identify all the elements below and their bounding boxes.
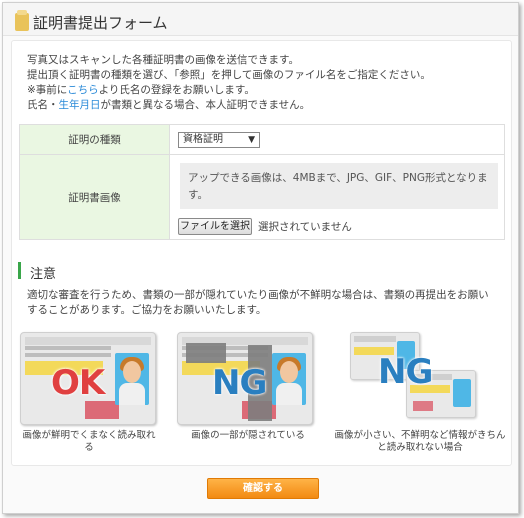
intro-line-1: 写真又はスキャンした各種証明書の画像を送信できます。 (27, 54, 299, 66)
caution-title: 注意 (30, 267, 57, 282)
chevron-down-icon: ▼ (248, 135, 255, 145)
page-title: 証明書提出フォーム (33, 14, 168, 32)
intro-line-3-suffix: より氏名の登録をお願いします。 (98, 84, 255, 96)
form-row-image: 証明書画像 アップできる画像は、4MBまで、JPG、GIF、PNG形式となります… (19, 154, 505, 240)
ok-stamp: OK (51, 363, 105, 403)
example-caption-small: 画像が小さい、不鮮明など情報がきちんと読み取れない場合 (334, 430, 506, 453)
choose-file-button[interactable]: ファイルを選択 (178, 218, 252, 235)
example-image-hidden: NG (177, 332, 313, 425)
caution-accent-bar (18, 262, 21, 279)
register-link[interactable]: こちら (67, 84, 99, 96)
intro-line-4-suffix: が書類と異なる場合、本人証明できません。 (100, 99, 311, 111)
intro-line-4-prefix: 氏名・ (27, 99, 59, 111)
intro-text: 写真又はスキャンした各種証明書の画像を送信できます。 提出頂く証明書の種類を選び… (27, 53, 431, 113)
form-row-type: 証明の種類 資格証明 ▼ (19, 124, 505, 155)
certificate-type-select[interactable]: 資格証明 ▼ (178, 132, 260, 148)
certificate-type-value: 資格証明 (183, 134, 223, 145)
file-status-text: 選択されていません (258, 221, 352, 233)
type-label: 証明の種類 (20, 125, 170, 154)
upload-note: アップできる画像は、4MBまで、JPG、GIF、PNG形式となります。 (180, 163, 498, 209)
image-label: 証明書画像 (20, 155, 170, 239)
confirm-button[interactable]: 確認する (207, 478, 319, 499)
caution-text: 適切な審査を行うため、書類の一部が隠れていたり画像が不鮮明な場合は、書類の再提出… (27, 289, 489, 316)
document-icon (15, 10, 29, 31)
ng-stamp-small: NG (378, 352, 433, 392)
example-caption-ok: 画像が鮮明でくまなく読み取れる (22, 430, 156, 453)
example-caption-hidden: 画像の一部が隠されている (191, 430, 305, 441)
example-image-ok: OK (20, 332, 156, 425)
intro-line-3-prefix: ※事前に (27, 84, 68, 96)
intro-line-3: ※事前にこちらより氏名の登録をお願いします。 (27, 83, 431, 98)
intro-line-2: 提出頂く証明書の種類を選び、「参照」を押して画像のファイル名をご指定ください。 (27, 69, 431, 81)
ng-stamp-hidden: NG (212, 363, 267, 403)
intro-line-4: 氏名・生年月日が書類と異なる場合、本人証明できません。 (27, 98, 431, 113)
title-bar: 証明書提出フォーム (3, 3, 518, 36)
birthdate-link[interactable]: 生年月日 (59, 99, 101, 111)
